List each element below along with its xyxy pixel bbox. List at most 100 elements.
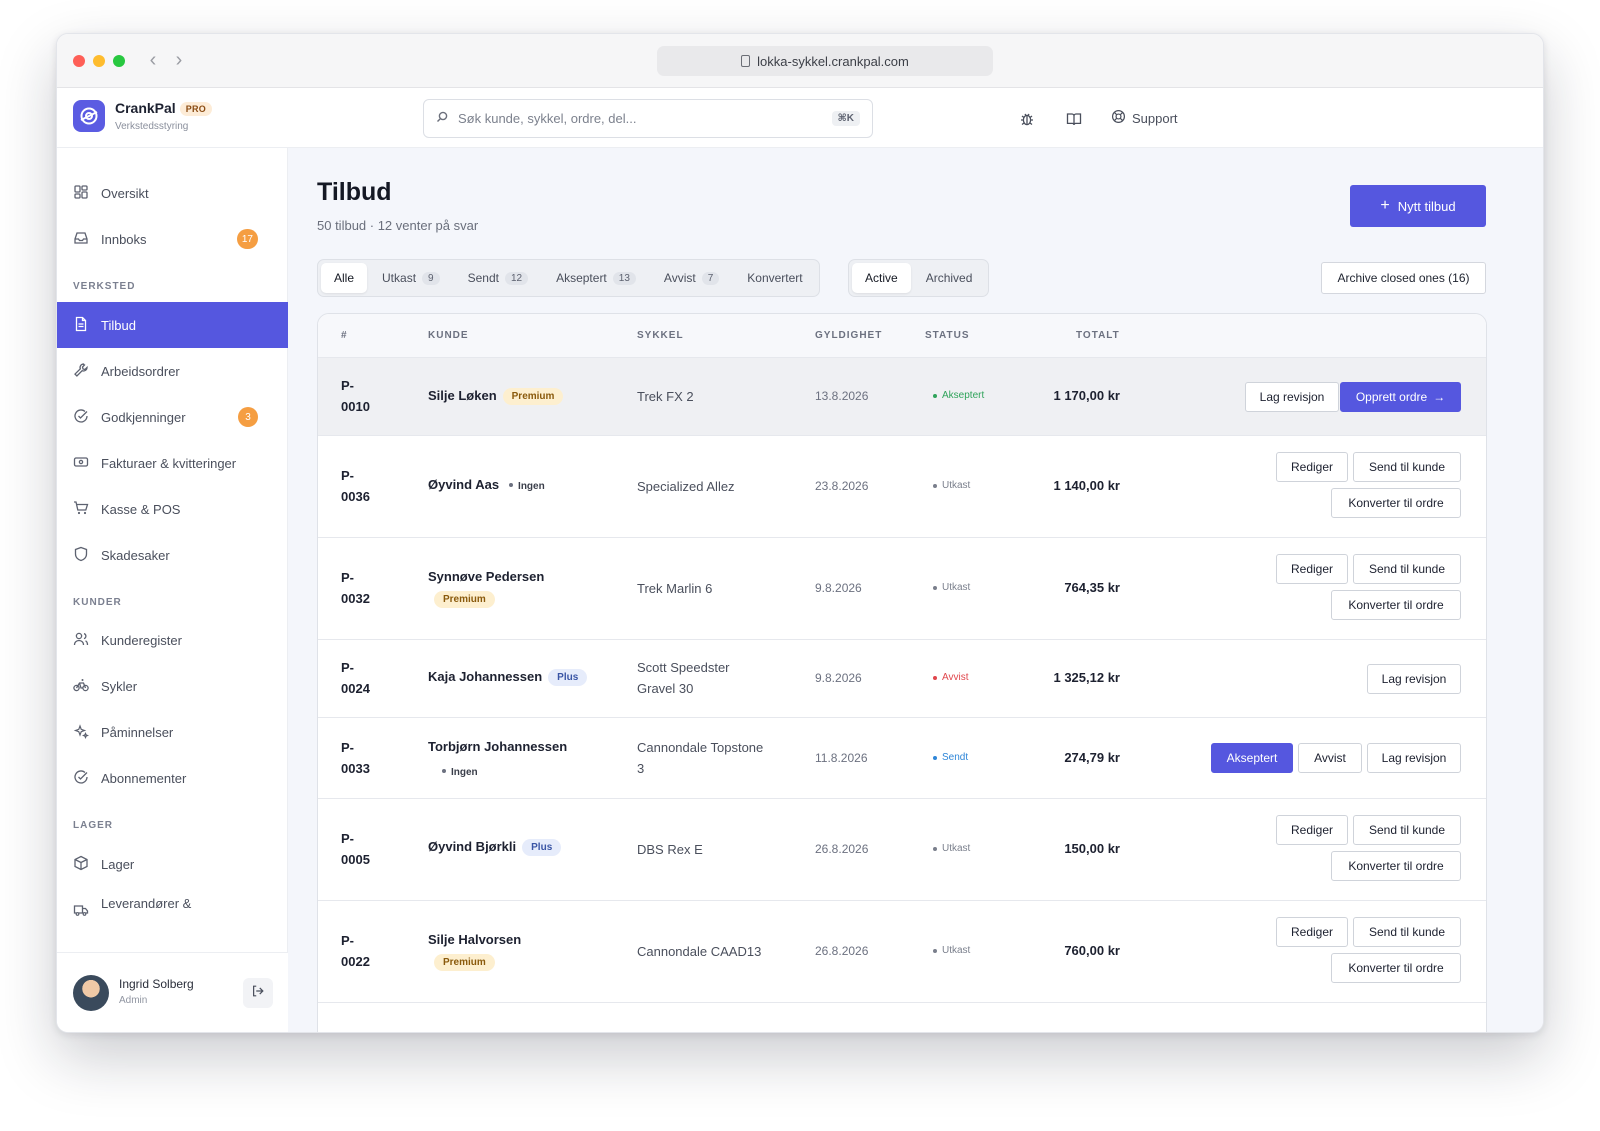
- customer-name[interactable]: Øyvind Bjørkli Plus: [428, 839, 562, 856]
- send-til-kunde-button[interactable]: Send til kunde: [1353, 815, 1461, 845]
- column-header-gyldighet[interactable]: GYLDIGHET: [815, 330, 882, 341]
- sidebar-item-paminnelser[interactable]: Påminnelser: [57, 709, 288, 755]
- konverter-til-ordre-button[interactable]: Konverter til ordre: [1331, 590, 1461, 620]
- tab-count: 12: [504, 271, 529, 285]
- rediger-button[interactable]: Rediger: [1276, 554, 1348, 584]
- sidebar-item-label: Abonnementer: [101, 770, 187, 786]
- box-icon: [73, 855, 89, 874]
- customer-name[interactable]: Synnøve Pedersen: [428, 569, 544, 584]
- table-row[interactable]: P- 0036 Øyvind Aas Ingen Specialized Allez…: [318, 436, 1486, 538]
- table-row[interactable]: P- 0022 Silje Halvorsen Premium Cannondal…: [318, 901, 1486, 1003]
- table-row[interactable]: P- 0032 Synnøve Pedersen Premium Trek Mar…: [318, 538, 1486, 640]
- close-window-button[interactable]: [73, 55, 85, 67]
- chevron-left-icon[interactable]: ‹: [145, 49, 161, 71]
- column-header-status[interactable]: STATUS: [925, 330, 970, 341]
- tab-label: Archived: [925, 271, 973, 285]
- lag-revisjon-button[interactable]: Lag revisjon: [1367, 664, 1461, 694]
- customer-name[interactable]: Silje Løken Premium: [428, 388, 564, 405]
- bike-name: DBS Rex E: [637, 842, 703, 857]
- tab-avvist[interactable]: Avvist 7: [651, 263, 732, 293]
- customer-name[interactable]: Torbjørn Johannessen: [428, 739, 567, 754]
- tab-archived[interactable]: Archived: [913, 263, 986, 293]
- archive-closed-button[interactable]: Archive closed ones (16): [1321, 262, 1486, 294]
- status-badge: Utkast: [933, 843, 970, 854]
- arrow-right-icon: →: [1433, 390, 1446, 404]
- minimize-window-button[interactable]: [93, 55, 105, 67]
- tab-active[interactable]: Active: [852, 263, 911, 293]
- opprett-ordre-button[interactable]: Opprett ordre →: [1340, 382, 1461, 412]
- table-row[interactable]: P- 0033 Torbjørn Johannessen Ingen Cannon…: [318, 718, 1486, 799]
- lag-revisjon-button[interactable]: Lag revisjon: [1245, 382, 1339, 412]
- konverter-til-ordre-button[interactable]: Konverter til ordre: [1331, 953, 1461, 983]
- rediger-button[interactable]: Rediger: [1276, 815, 1348, 845]
- bike-name: Trek FX 2: [637, 389, 694, 404]
- book-icon[interactable]: [1066, 111, 1082, 132]
- tab-akseptert[interactable]: Akseptert 13: [543, 263, 649, 293]
- sidebar-item-innboks[interactable]: Innboks 17: [57, 216, 288, 262]
- tab-label: Active: [865, 271, 898, 285]
- table-row[interactable]: P- 0024 Kaja Johannessen Plus Scott Speeds…: [318, 640, 1486, 718]
- quote-id: P- 0024: [341, 660, 370, 696]
- sidebar-item-fakturaer[interactable]: Fakturaer & kvitteringer: [57, 440, 288, 486]
- avvist-button[interactable]: Avvist: [1298, 743, 1362, 773]
- sidebar-item-abonnementer[interactable]: Abonnementer: [57, 755, 288, 801]
- send-til-kunde-button[interactable]: Send til kunde: [1353, 452, 1461, 482]
- table-row[interactable]: P- 0005 Øyvind Bjørkli Plus DBS Rex E 26.8…: [318, 799, 1486, 901]
- column-header-sykkel[interactable]: SYKKEL: [637, 330, 684, 341]
- document-icon: [73, 316, 89, 335]
- address-bar[interactable]: lokka-sykkel.crankpal.com: [657, 46, 993, 76]
- sidebar-item-kasse[interactable]: Kasse & POS: [57, 486, 288, 532]
- status-badge: Utkast: [933, 945, 970, 956]
- search-input[interactable]: Søk kunde, sykkel, ordre, del... ⌘K: [423, 99, 873, 138]
- sidebar-item-kunderegister[interactable]: Kunderegister: [57, 617, 288, 663]
- logout-button[interactable]: [243, 978, 273, 1008]
- send-til-kunde-button[interactable]: Send til kunde: [1353, 917, 1461, 947]
- plan-badge: PRO: [179, 102, 213, 116]
- tab-sendt[interactable]: Sendt 12: [455, 263, 541, 293]
- sidebar-item-skadesaker[interactable]: Skadesaker: [57, 532, 288, 578]
- sidebar-item-arbeidsordrer[interactable]: Arbeidsordrer: [57, 348, 288, 394]
- user-profile[interactable]: Ingrid Solberg Admin: [57, 952, 288, 1032]
- sidebar-item-godkjenninger[interactable]: Godkjenninger 3: [57, 394, 288, 440]
- status-badge: Avvist: [933, 672, 969, 683]
- customer-name[interactable]: Silje Halvorsen: [428, 932, 521, 947]
- valid-until: 11.8.2026: [815, 751, 868, 765]
- tab-utkast[interactable]: Utkast 9: [369, 263, 453, 293]
- sidebar-item-sykler[interactable]: Sykler: [57, 663, 288, 709]
- sidebar-item-label: Kasse & POS: [101, 501, 181, 517]
- send-til-kunde-button[interactable]: Send til kunde: [1353, 554, 1461, 584]
- konverter-til-ordre-button[interactable]: Konverter til ordre: [1331, 851, 1461, 881]
- sidebar-item-tilbud[interactable]: Tilbud: [57, 302, 288, 348]
- tab-label: Avvist: [663, 271, 696, 285]
- chevron-right-icon[interactable]: ›: [171, 49, 187, 71]
- support-link[interactable]: Support: [1111, 109, 1178, 127]
- tier-badge: Plus: [548, 669, 588, 686]
- tier-badge: Plus: [522, 839, 562, 856]
- table-row[interactable]: P- 0010 Silje Løken Premium Trek FX 2 13.8…: [318, 358, 1486, 436]
- sidebar-item-label: Tilbud: [101, 317, 136, 333]
- customer-name[interactable]: Kaja Johannessen Plus: [428, 669, 588, 686]
- lag-revisjon-button[interactable]: Lag revisjon: [1367, 743, 1461, 773]
- akseptert-button[interactable]: Akseptert: [1211, 743, 1293, 773]
- sidebar-item-label: Godkjenninger: [101, 409, 186, 425]
- maximize-window-button[interactable]: [113, 55, 125, 67]
- bug-icon[interactable]: [1019, 111, 1035, 132]
- column-header-kunde[interactable]: KUNDE: [428, 330, 469, 341]
- sidebar-item-leverandorer[interactable]: Leverandører &: [57, 887, 288, 933]
- sidebar-item-oversikt[interactable]: Oversikt: [57, 170, 288, 216]
- tab-alle[interactable]: Alle: [321, 263, 368, 293]
- brand[interactable]: CrankPal PRO Verkstedsstyring: [73, 100, 213, 132]
- valid-until: 26.8.2026: [815, 842, 869, 856]
- konverter-til-ordre-button[interactable]: Konverter til ordre: [1331, 488, 1461, 518]
- rediger-button[interactable]: Rediger: [1276, 452, 1348, 482]
- customer-name[interactable]: Øyvind Aas Ingen: [428, 477, 545, 492]
- new-quote-button[interactable]: + Nytt tilbud: [1350, 185, 1486, 227]
- tier-badge: Premium: [502, 388, 564, 405]
- tab-konvertert[interactable]: Konvertert: [734, 263, 815, 293]
- sidebar-item-label: Oversikt: [101, 185, 149, 201]
- column-header-totalt[interactable]: TOTALT: [1076, 330, 1120, 341]
- status-badge: Akseptert: [933, 390, 984, 401]
- rediger-button[interactable]: Rediger: [1276, 917, 1348, 947]
- browser-chrome: ‹ › lokka-sykkel.crankpal.com: [57, 34, 1543, 88]
- sidebar-item-lager[interactable]: Lager: [57, 841, 288, 887]
